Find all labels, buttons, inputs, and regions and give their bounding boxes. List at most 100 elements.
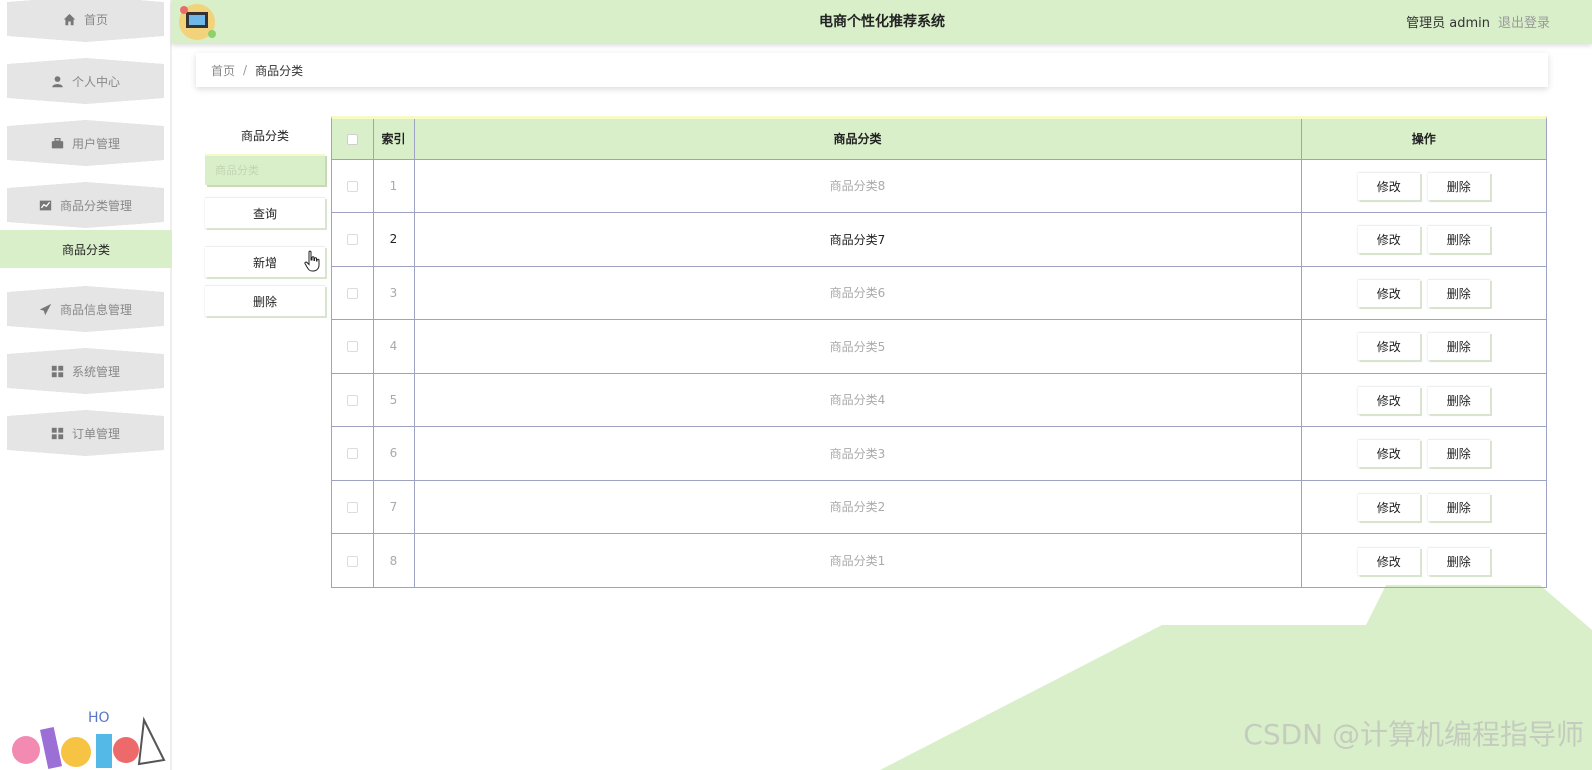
sidebar-item-label: 系统管理 [71,364,120,379]
sidebar-subitem-label: 商品分类 [61,242,110,257]
row-index: 8 [373,533,415,587]
top-header: 电商个性化推荐系统 管理员 admin 退出登录 [172,0,1592,44]
svg-text:HO: HO [88,710,110,726]
row-actions: 修改 删除 [1301,319,1546,373]
row-category: 商品分类3 [414,426,1302,480]
row-index: 3 [373,265,415,320]
row-index: 1 [373,158,415,213]
row-checkbox[interactable] [346,501,358,513]
sidebar-item-personal-center[interactable]: 个人中心 [7,58,164,104]
breadcrumb-current: 商品分类 [255,63,304,78]
table-row: 8 商品分类1 修改 删除 [332,533,1546,587]
row-checkbox[interactable] [346,287,358,299]
delete-button[interactable]: 删除 [1427,171,1490,200]
row-index: 6 [373,426,415,480]
row-actions: 修改 删除 [1301,158,1546,213]
row-category: 商品分类1 [414,533,1302,587]
row-select-cell [332,533,374,587]
sidebar-item-user-management[interactable]: 用户管理 [7,120,164,166]
search-label: 商品分类 [240,129,289,143]
table-row: 5 商品分类4 修改 删除 [332,372,1546,427]
sidebar-subitem-category[interactable]: 商品分类 [0,230,172,268]
row-index: 2 [373,212,415,266]
row-category: 商品分类2 [414,479,1302,534]
row-select-cell [332,265,374,320]
category-search-input[interactable] [205,154,325,185]
sidebar-item-home[interactable]: 首页 [7,0,164,42]
table-row: 3 商品分类6 修改 删除 [332,265,1546,320]
table-row: 1 商品分类8 修改 删除 [332,158,1546,213]
row-checkbox[interactable] [346,555,358,567]
table-header-row: 索引 商品分类 操作 [332,119,1546,159]
delete-button[interactable]: 删除 [1427,546,1490,575]
row-index: 4 [373,319,415,373]
query-button[interactable]: 查询 [205,197,325,228]
row-checkbox[interactable] [346,234,358,246]
sidebar-illustration: HO [12,710,166,770]
sidebar-item-category-management[interactable]: 商品分类管理 [7,182,164,228]
row-select-cell [332,319,374,373]
sidebar-item-order-management[interactable]: 订单管理 [7,410,164,456]
row-category: 商品分类5 [414,319,1302,373]
sidebar-item-label: 用户管理 [71,136,120,151]
table-row: 7 商品分类2 修改 删除 [332,479,1546,534]
edit-button[interactable]: 修改 [1357,546,1420,575]
row-checkbox[interactable] [346,180,358,192]
column-header-category: 商品分类 [414,119,1302,159]
row-checkbox[interactable] [346,341,358,353]
sidebar-item-label: 商品分类管理 [59,198,132,213]
category-table: 索引 商品分类 操作 1 商品分类8 修改 删除 2 商品分类7 修改 删除 3… [331,116,1547,588]
watermark: CSDN @计算机编程指导师 [1243,718,1584,751]
delete-button[interactable]: 删除 [1427,225,1490,254]
row-actions: 修改 删除 [1301,479,1546,534]
logout-link[interactable]: 退出登录 [1498,12,1550,31]
table-row: 6 商品分类3 修改 删除 [332,426,1546,480]
edit-button[interactable]: 修改 [1357,332,1420,361]
hand-cursor-icon [304,250,320,272]
row-index: 5 [373,372,415,427]
column-header-index: 索引 [373,119,415,159]
row-actions: 修改 删除 [1301,265,1546,320]
row-select-cell [332,479,374,534]
row-actions: 修改 删除 [1301,372,1546,427]
grid-icon [51,427,64,440]
delete-button[interactable]: 删除 [1427,439,1490,468]
sidebar-item-label: 订单管理 [71,426,120,441]
sidebar-item-product-management[interactable]: 商品信息管理 [7,286,164,332]
chart-icon [39,199,52,212]
current-user: 管理员 admin [1406,16,1490,31]
row-actions: 修改 删除 [1301,212,1546,266]
select-all-checkbox[interactable] [346,133,358,145]
row-select-cell [332,372,374,427]
row-actions: 修改 删除 [1301,426,1546,480]
edit-button[interactable]: 修改 [1357,278,1420,307]
edit-button[interactable]: 修改 [1357,492,1420,521]
row-checkbox[interactable] [346,394,358,406]
sidebar-item-label: 商品信息管理 [59,302,132,317]
select-all-cell [332,119,374,159]
sidebar-item-label: 首页 [83,12,108,27]
batch-delete-button[interactable]: 删除 [205,285,325,316]
row-select-cell [332,158,374,213]
home-icon [63,13,76,26]
breadcrumb-separator: / [243,63,248,77]
edit-button[interactable]: 修改 [1357,385,1420,414]
edit-button[interactable]: 修改 [1357,225,1420,254]
column-header-actions: 操作 [1301,119,1546,159]
edit-button[interactable]: 修改 [1357,439,1420,468]
breadcrumb-home[interactable]: 首页 [211,62,235,79]
row-category: 商品分类8 [414,158,1302,213]
send-icon [39,303,52,316]
delete-button[interactable]: 删除 [1427,332,1490,361]
edit-button[interactable]: 修改 [1357,171,1420,200]
delete-button[interactable]: 删除 [1427,385,1490,414]
delete-button[interactable]: 删除 [1427,492,1490,521]
sidebar-item-system-management[interactable]: 系统管理 [7,348,164,394]
user-icon [51,75,64,88]
row-checkbox[interactable] [346,448,358,460]
row-category: 商品分类4 [414,372,1302,427]
table-row: 4 商品分类5 修改 删除 [332,319,1546,373]
app-page: 首页 个人中心 用户管理 商品分类管理 商品分类 商品信息管理 系统管理 订单管… [0,0,1592,770]
delete-button[interactable]: 删除 [1427,278,1490,307]
row-index: 7 [373,479,415,534]
